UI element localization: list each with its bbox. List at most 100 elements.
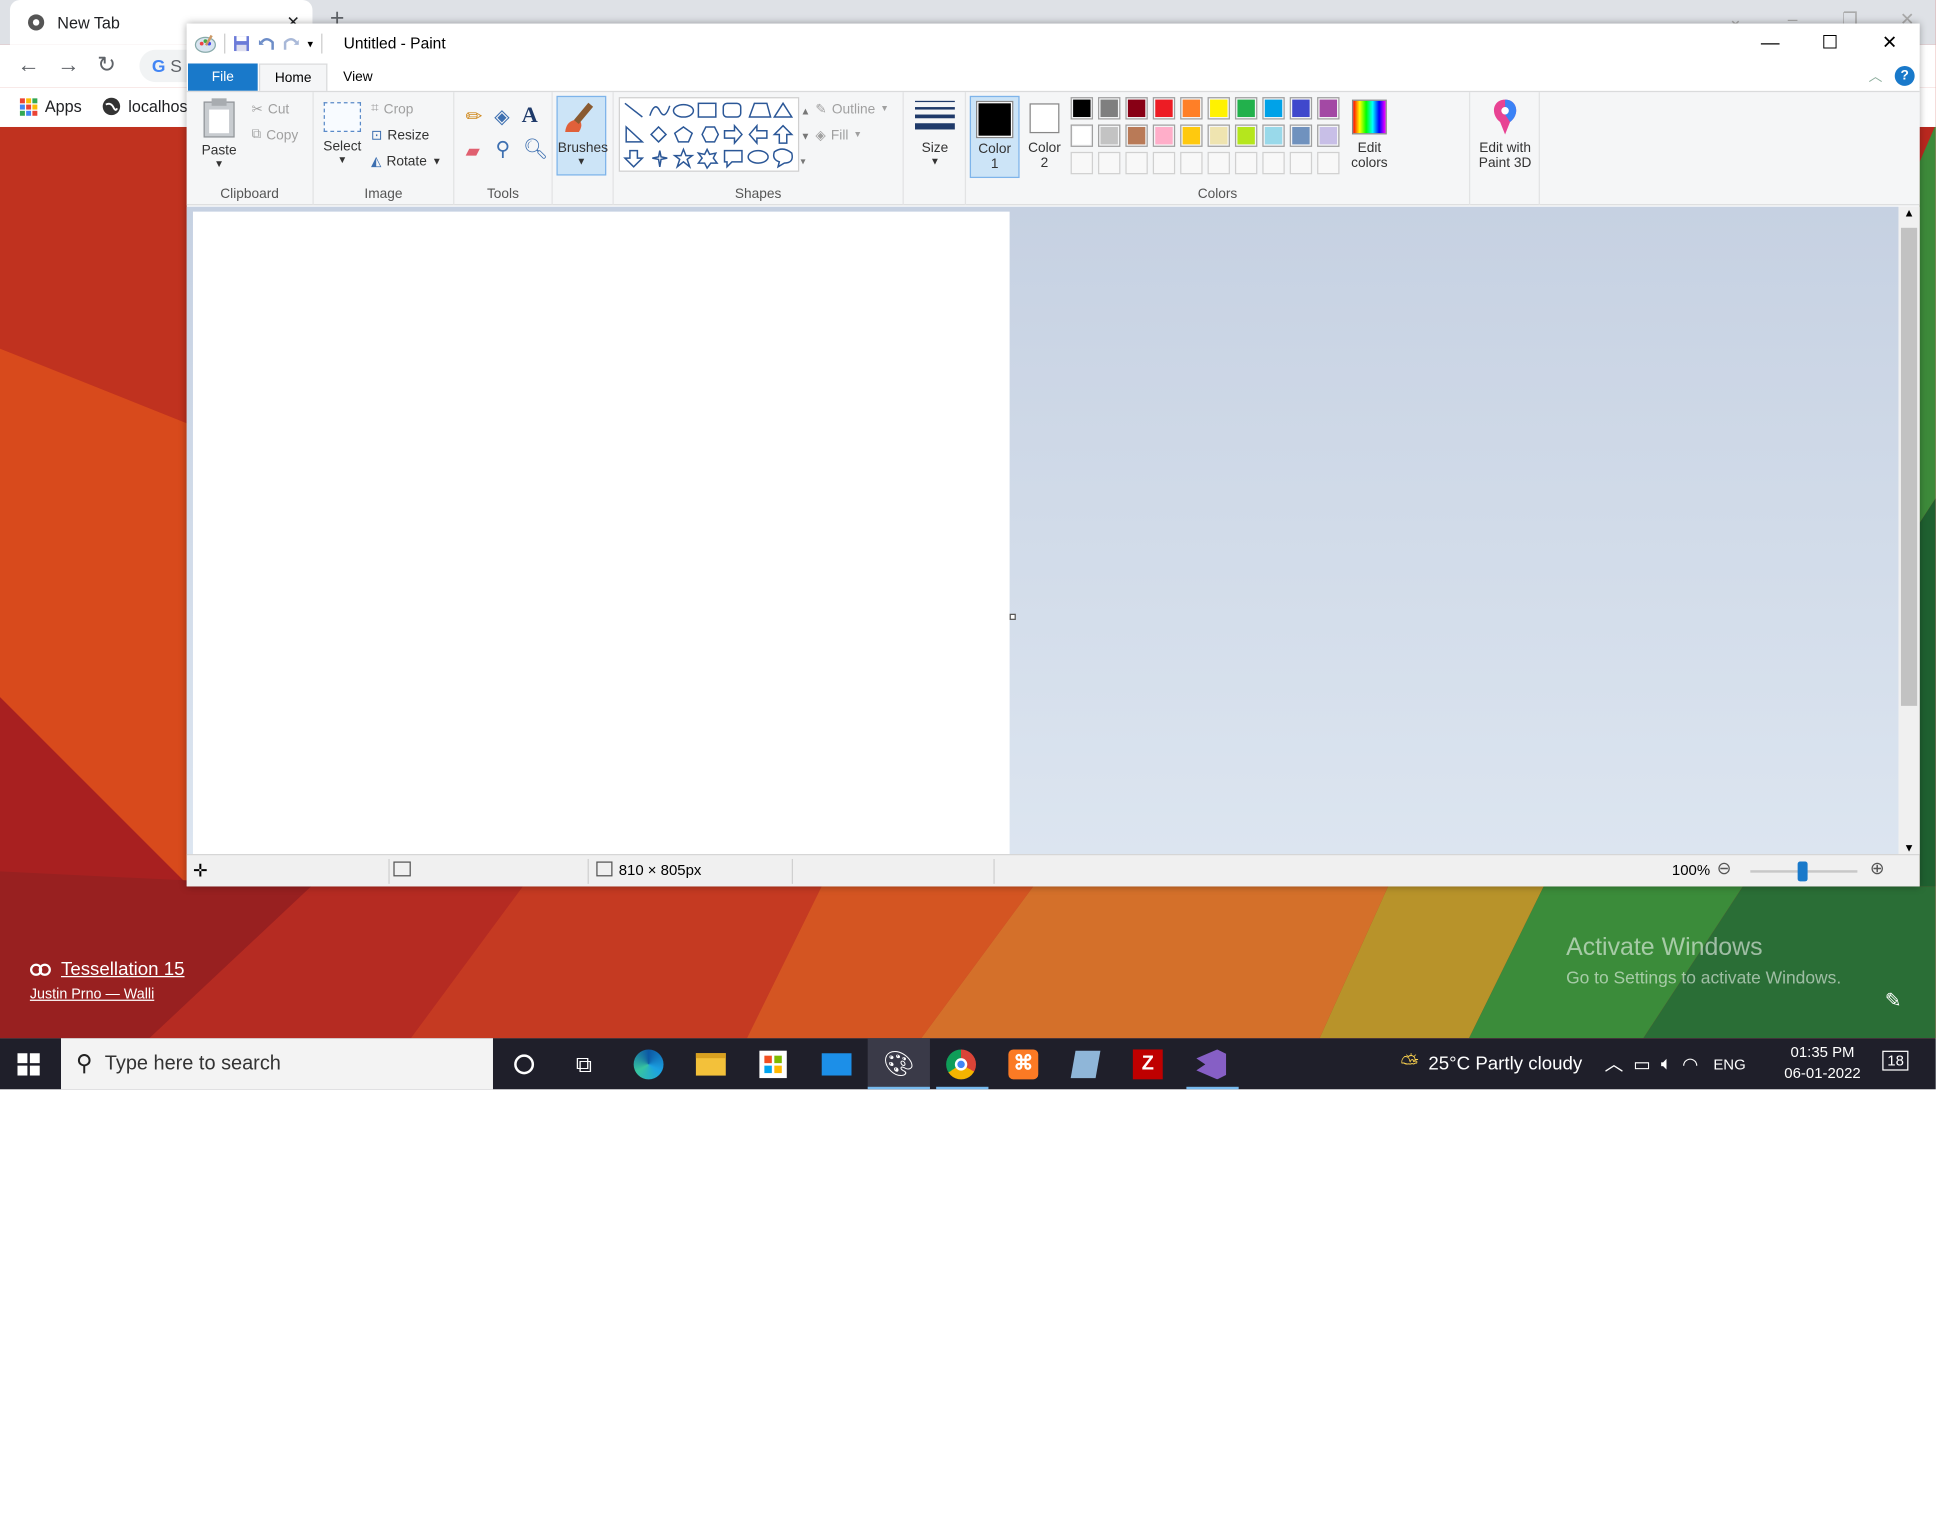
paint-app-icon[interactable] (194, 32, 216, 54)
size-button[interactable]: Size ▼ (910, 98, 960, 167)
color1-button[interactable]: Color 1 (969, 95, 1020, 179)
palette-color-swatch[interactable] (1317, 124, 1340, 147)
palette-empty-swatch[interactable] (1317, 151, 1340, 175)
forward-icon[interactable]: → (57, 52, 79, 78)
outline-button[interactable]: ✎ Outline ▼ (815, 101, 888, 117)
color-picker-icon[interactable]: ⚲ (495, 137, 510, 162)
edit-colors-button[interactable]: Edit colors (1347, 96, 1392, 171)
windows-start-icon[interactable] (17, 1053, 40, 1076)
palette-empty-swatch[interactable] (1152, 151, 1176, 175)
pencil-icon[interactable]: ✎ (1885, 988, 1902, 1013)
cut-button[interactable]: ✂ Cut (251, 101, 289, 117)
bookmark-localhost[interactable]: localhos (102, 97, 188, 116)
paste-button[interactable]: Paste ▼ (197, 97, 242, 169)
back-icon[interactable]: ← (17, 52, 39, 78)
store-icon[interactable] (748, 1046, 798, 1083)
palette-color-swatch[interactable] (1289, 97, 1313, 120)
palette-empty-swatch[interactable] (1098, 151, 1121, 175)
reload-icon[interactable]: ↻ (97, 52, 116, 78)
wallpaper-credit[interactable]: Justin Prno — Walli (30, 987, 185, 1002)
undo-icon[interactable] (258, 35, 275, 52)
palette-color-swatch[interactable] (1289, 124, 1313, 147)
file-explorer-icon[interactable] (686, 1046, 736, 1083)
palette-color-swatch[interactable] (1262, 97, 1285, 120)
magnifier-icon[interactable]: 🔍︎ (523, 137, 548, 162)
minimize-icon[interactable]: — (1740, 24, 1800, 64)
text-tool-icon[interactable]: A (522, 102, 538, 128)
task-view-icon[interactable]: ⧉ (559, 1046, 609, 1083)
help-icon[interactable]: ? (1894, 65, 1915, 86)
show-hidden-icons-icon[interactable]: ︿ (1605, 1051, 1624, 1077)
tab-view[interactable]: View (330, 63, 386, 90)
notepad-icon[interactable] (1061, 1046, 1111, 1083)
palette-color-swatch[interactable] (1098, 124, 1121, 147)
copy-button[interactable]: ⧉ Copy (251, 127, 298, 143)
tab-file[interactable]: File (187, 63, 258, 91)
palette-color-swatch[interactable] (1152, 97, 1176, 120)
palette-empty-swatch[interactable] (1289, 151, 1313, 175)
maximize-icon[interactable]: ☐ (1800, 24, 1860, 64)
palette-color-swatch[interactable] (1180, 97, 1203, 120)
scroll-down-icon[interactable]: ▼ (1898, 842, 1919, 854)
palette-color-swatch[interactable] (1262, 124, 1285, 147)
pencil-icon[interactable]: ✏ (466, 105, 483, 130)
scroll-up-icon[interactable]: ▲ (1898, 207, 1919, 219)
battery-icon[interactable]: ▭ (1633, 1053, 1651, 1075)
zoom-out-icon[interactable]: ⊖ (1717, 858, 1732, 879)
palette-color-swatch[interactable] (1098, 97, 1121, 120)
collapse-ribbon-icon[interactable]: ︿ (1869, 66, 1883, 86)
rotate-button[interactable]: ◭ Rotate ▼ (371, 153, 442, 170)
palette-empty-swatch[interactable] (1180, 151, 1203, 175)
resize-button[interactable]: ⊡ Resize (371, 127, 429, 144)
canvas-resize-handle[interactable] (1009, 613, 1016, 620)
palette-color-swatch[interactable] (1070, 97, 1094, 120)
save-icon[interactable] (233, 35, 250, 52)
filezilla-icon[interactable]: Z (1123, 1046, 1173, 1083)
palette-color-swatch[interactable] (1125, 97, 1148, 120)
wifi-icon[interactable]: ◠ (1682, 1053, 1698, 1075)
mail-icon[interactable] (812, 1046, 862, 1083)
palette-color-swatch[interactable] (1180, 124, 1203, 147)
weather-icon[interactable]: ⛅︎ (1401, 1051, 1419, 1077)
palette-color-swatch[interactable] (1125, 124, 1148, 147)
edge-icon[interactable] (624, 1046, 674, 1083)
edit-with-paint3d-button[interactable]: Edit with Paint 3D (1473, 97, 1538, 171)
notification-center-icon[interactable]: 18 (1882, 1050, 1909, 1071)
cortana-icon[interactable] (499, 1046, 549, 1083)
brushes-button[interactable]: Brushes ▼ (556, 95, 608, 176)
taskbar-search[interactable]: ⚲ Type here to search (61, 1038, 493, 1090)
visual-studio-icon[interactable] (1186, 1046, 1236, 1083)
color2-button[interactable]: Color 2 (1022, 96, 1067, 178)
palette-color-swatch[interactable] (1070, 124, 1094, 147)
crop-button[interactable]: ⌗ Crop (371, 101, 413, 117)
vertical-scrollbar[interactable]: ▲ ▼ (1898, 206, 1920, 855)
weather-text[interactable]: 25°C Partly cloudy (1428, 1053, 1582, 1074)
language-indicator[interactable]: ENG (1713, 1055, 1745, 1072)
palette-color-swatch[interactable] (1152, 124, 1176, 147)
palette-color-swatch[interactable] (1234, 97, 1258, 120)
volume-icon[interactable]: 🔈︎ (1661, 1053, 1672, 1074)
wallpaper-title-link[interactable]: Tessellation 15 (30, 959, 185, 980)
chrome-icon[interactable] (936, 1046, 986, 1083)
palette-empty-swatch[interactable] (1125, 151, 1148, 175)
palette-empty-swatch[interactable] (1207, 151, 1230, 175)
palette-empty-swatch[interactable] (1234, 151, 1258, 175)
close-icon[interactable]: ✕ (1860, 24, 1920, 64)
drawing-canvas[interactable] (192, 211, 1010, 855)
select-button[interactable]: Select ▼ (321, 100, 363, 166)
fill-bucket-icon[interactable]: ◈ (494, 105, 509, 130)
bookmark-apps[interactable]: Apps (19, 97, 82, 116)
palette-color-swatch[interactable] (1207, 97, 1230, 120)
redo-icon[interactable] (283, 35, 300, 52)
palette-empty-swatch[interactable] (1070, 151, 1094, 175)
shapes-gallery[interactable] (618, 97, 800, 172)
fill-button[interactable]: ◈ Fill ▼ (815, 127, 862, 144)
scrollbar-thumb[interactable] (1900, 227, 1918, 706)
palette-color-swatch[interactable] (1317, 97, 1340, 120)
customize-qat-icon[interactable]: ▾ (307, 37, 313, 51)
zoom-in-icon[interactable]: ⊕ (1870, 858, 1885, 879)
paint-icon[interactable]: 🎨︎ (867, 1038, 930, 1090)
xampp-icon[interactable]: ⌘ (998, 1046, 1048, 1083)
palette-empty-swatch[interactable] (1262, 151, 1285, 175)
palette-color-swatch[interactable] (1207, 124, 1230, 147)
